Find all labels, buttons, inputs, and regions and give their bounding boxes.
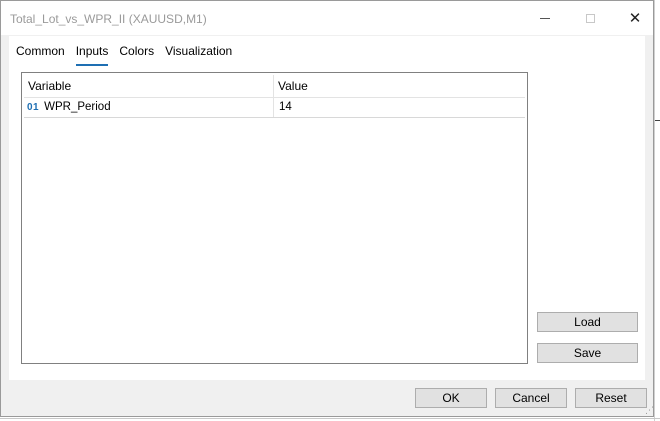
value-cell[interactable]: 14 xyxy=(274,98,525,117)
close-icon: ✕ xyxy=(628,10,642,27)
minimize-button[interactable] xyxy=(522,1,568,35)
minimize-icon xyxy=(540,17,550,19)
maximize-icon xyxy=(585,13,595,23)
background-divider xyxy=(0,418,660,419)
column-header-variable[interactable]: Variable xyxy=(24,75,274,97)
variable-cell[interactable]: 01 WPR_Period xyxy=(24,98,274,117)
dialog-content: Common Inputs Colors Visualization Varia… xyxy=(9,36,645,380)
tab-colors[interactable]: Colors xyxy=(119,36,154,62)
background-mark xyxy=(655,120,660,121)
save-button[interactable]: Save xyxy=(537,343,638,363)
resize-grip-icon[interactable]: ⋰ xyxy=(645,406,654,415)
window-title: Total_Lot_vs_WPR_II (XAUUSD,M1) xyxy=(10,12,207,26)
title-bar[interactable]: Total_Lot_vs_WPR_II (XAUUSD,M1) ✕ xyxy=(1,1,653,35)
variable-name: WPR_Period xyxy=(44,101,111,113)
table-header: Variable Value xyxy=(24,75,525,98)
indicator-properties-dialog: Total_Lot_vs_WPR_II (XAUUSD,M1) ✕ Common… xyxy=(0,0,654,417)
inputs-table: Variable Value 01 WPR_Period 14 xyxy=(21,72,528,364)
cancel-button[interactable]: Cancel xyxy=(495,388,567,408)
background-divider xyxy=(654,0,655,421)
integer-type-icon: 01 xyxy=(27,102,40,113)
tab-common[interactable]: Common xyxy=(16,36,65,62)
tab-inputs[interactable]: Inputs xyxy=(75,36,108,66)
maximize-button xyxy=(567,1,613,35)
reset-button[interactable]: Reset xyxy=(575,388,647,408)
close-button[interactable]: ✕ xyxy=(612,1,658,35)
table-row[interactable]: 01 WPR_Period 14 xyxy=(24,98,525,118)
column-header-value[interactable]: Value xyxy=(274,75,525,97)
ok-button[interactable]: OK xyxy=(415,388,487,408)
tab-visualization[interactable]: Visualization xyxy=(165,36,232,62)
load-button[interactable]: Load xyxy=(537,312,638,332)
tab-bar: Common Inputs Colors Visualization xyxy=(9,36,236,66)
